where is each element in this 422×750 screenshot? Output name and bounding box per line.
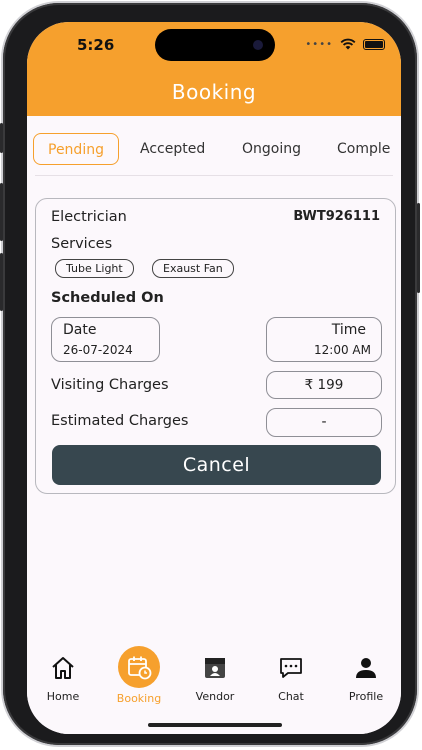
visiting-charges-box: ₹ 199: [266, 371, 382, 399]
battery-icon: [363, 38, 385, 50]
app-screen: 5:26 •••• Booking Pending Accepted Ongoi…: [27, 22, 401, 734]
service-category: Electrician: [51, 209, 127, 225]
person-icon: [356, 658, 376, 678]
service-chip: Exaust Fan: [152, 259, 234, 278]
date-box: Date 26-07-2024: [51, 317, 160, 362]
estimated-charges-value: -: [321, 414, 327, 430]
nav-active-indicator: [118, 646, 160, 688]
estimated-charges-label: Estimated Charges: [51, 413, 189, 429]
nav-chat[interactable]: Chat: [256, 654, 326, 703]
app-header: 5:26 •••• Booking: [27, 22, 401, 116]
cancel-button[interactable]: Cancel: [52, 445, 381, 485]
home-icon: [52, 657, 74, 679]
phone-frame: 5:26 •••• Booking Pending Accepted Ongoi…: [0, 3, 420, 745]
date-label: Date: [63, 322, 97, 338]
volume-up-button: [0, 183, 3, 241]
page-title: Booking: [171, 80, 257, 104]
scheduled-label: Scheduled On: [51, 290, 164, 306]
tab-accepted[interactable]: Accepted: [140, 133, 205, 165]
nav-label: Home: [46, 690, 80, 703]
services-label: Services: [51, 236, 113, 252]
power-button: [417, 203, 420, 293]
tab-pending[interactable]: Pending: [33, 133, 119, 165]
nav-label: Booking: [116, 692, 162, 705]
time-box: Time 12:00 AM: [266, 317, 382, 362]
status-time: 5:26: [77, 36, 115, 54]
mute-switch: [0, 123, 3, 153]
status-tabs: Pending Accepted Ongoing Comple: [27, 133, 401, 173]
store-icon: [205, 658, 225, 678]
nav-profile[interactable]: Profile: [331, 654, 401, 703]
date-value: 26-07-2024: [63, 343, 133, 357]
dynamic-island: [155, 29, 275, 61]
booking-id: BWT926111: [293, 209, 380, 224]
nav-vendor[interactable]: Vendor: [180, 654, 250, 703]
time-value: 12:00 AM: [314, 343, 371, 357]
wifi-icon: [340, 38, 356, 50]
volume-down-button: [0, 253, 3, 311]
calendar-clock-icon: [128, 656, 152, 680]
tabs-divider: [35, 175, 393, 176]
tab-completed[interactable]: Comple: [337, 133, 390, 165]
nav-label: Profile: [348, 690, 384, 703]
booking-card: Electrician BWT926111 Services Tube Ligh…: [35, 198, 396, 494]
home-indicator[interactable]: [148, 723, 282, 727]
signal-icon: ••••: [305, 38, 333, 50]
estimated-charges-box: -: [266, 408, 382, 437]
nav-booking[interactable]: Booking: [104, 646, 174, 705]
tab-ongoing[interactable]: Ongoing: [242, 133, 301, 165]
visiting-charges-label: Visiting Charges: [51, 377, 169, 393]
status-icons: ••••: [305, 38, 385, 50]
nav-label: Chat: [278, 690, 304, 703]
camera-icon: [253, 40, 263, 50]
visiting-charges-value: ₹ 199: [304, 377, 344, 393]
nav-label: Vendor: [195, 690, 235, 703]
bottom-navigation: Home Booking Vendor Chat Profile: [27, 642, 401, 734]
nav-home[interactable]: Home: [28, 654, 98, 703]
service-chip: Tube Light: [55, 259, 134, 278]
chat-icon: [280, 658, 302, 678]
time-label: Time: [331, 322, 366, 338]
